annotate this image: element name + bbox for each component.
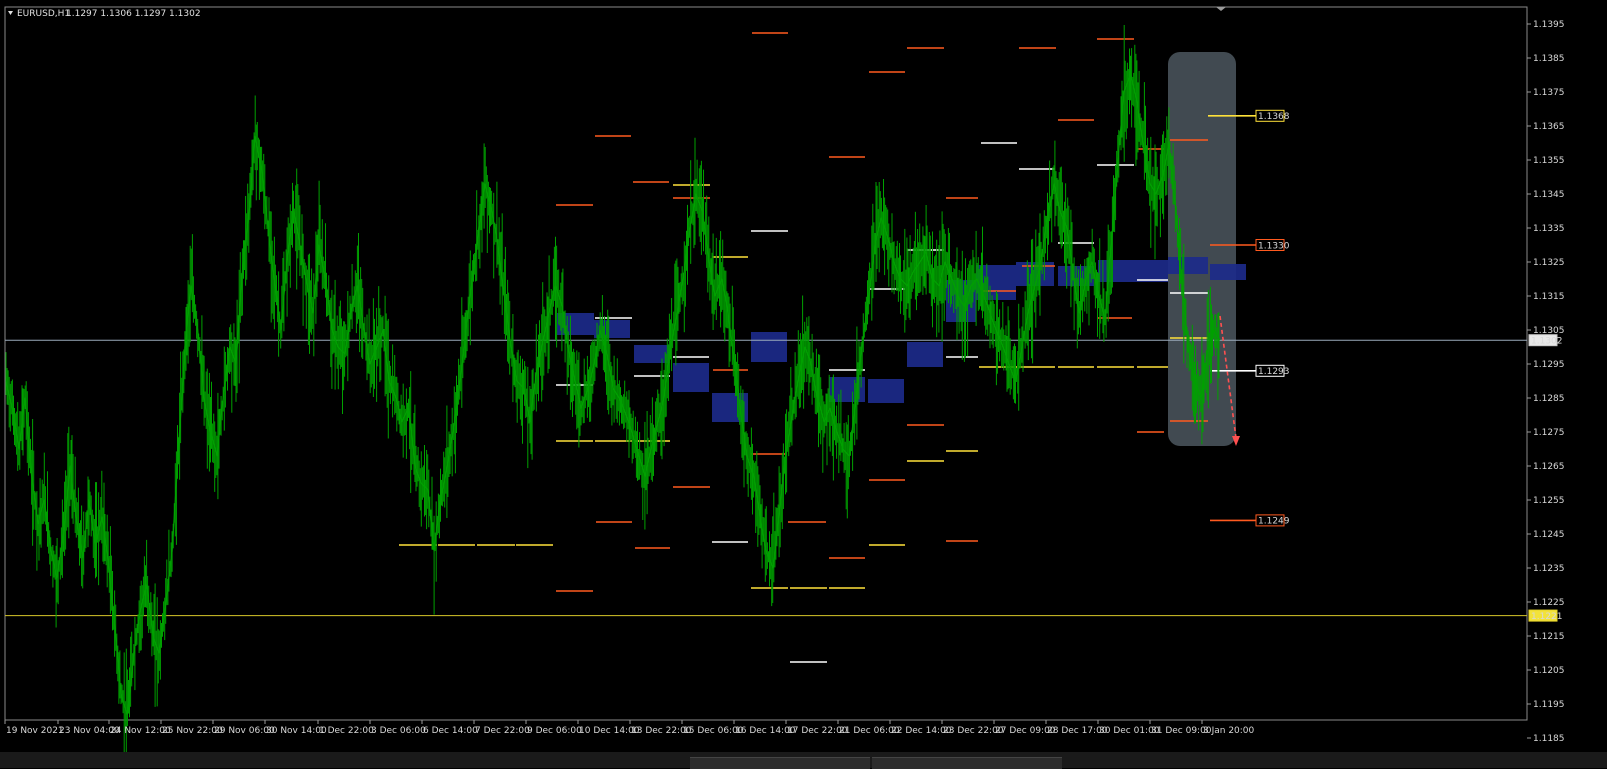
y-tick-label: 1.1255 [1533,496,1565,506]
zone-rect [634,345,670,363]
x-tick-label: 6 Dec 14:00 [423,726,478,736]
level-label-yellow: 1.1368 [1258,112,1290,122]
x-tick-label: 7 Dec 22:00 [475,726,530,736]
x-tick-label: 3 Dec 06:00 [371,726,426,736]
zone-rect [751,332,787,362]
header-bar: EURUSD,H1 1.1297 1.1306 1.1297 1.1302 [8,9,201,19]
y-tick-label: 1.1385 [1533,54,1565,64]
current-price-label: 1.1302 [1531,337,1563,347]
y-tick-label: 1.1235 [1533,564,1565,574]
level-label-red-lower: 1.1249 [1258,517,1290,527]
ohlc-label: 1.1297 1.1306 1.1297 1.1302 [66,9,201,19]
x-tick-label: 3 Jan 20:00 [1203,726,1255,736]
y-tick-label: 1.1245 [1533,530,1565,540]
support-price-label: 1.1221 [1531,612,1563,622]
x-tick-label: 19 Nov 2021 [6,726,64,736]
zone-rect [1168,257,1208,274]
x-tick-label: 9 Dec 06:00 [527,726,582,736]
zone-rect [907,342,943,367]
y-tick-label: 1.1395 [1533,20,1565,30]
y-tick-label: 1.1215 [1533,632,1565,642]
y-tick-label: 1.1365 [1533,122,1565,132]
y-tick-label: 1.1325 [1533,258,1565,268]
y-tick-label: 1.1205 [1533,666,1565,676]
x-axis-ticks: 19 Nov 202123 Nov 04:0024 Nov 12:0025 No… [4,720,1255,736]
symbol-label[interactable]: EURUSD,H1 [17,9,70,19]
y-tick-label: 1.1195 [1533,700,1565,710]
y-tick-label: 1.1345 [1533,190,1565,200]
y-tick-label: 1.1265 [1533,462,1565,472]
zone-rect [673,363,709,392]
x-tick-label: 30 Nov 14:00 [266,726,327,736]
y-tick-label: 1.1285 [1533,394,1565,404]
chart-tab[interactable] [872,757,1062,769]
level-label-red-upper: 1.1330 [1258,241,1290,251]
y-tick-label: 1.1355 [1533,156,1565,166]
x-tick-label: 1 Dec 22:00 [319,726,374,736]
chart-window[interactable]: EURUSD,H1 1.1297 1.1306 1.1297 1.1302 1.… [0,0,1607,769]
zone-rect [829,377,865,402]
plot-border [4,6,1528,721]
y-tick-label: 1.1185 [1533,734,1565,744]
y-tick-label: 1.1295 [1533,360,1565,370]
zone-rect [868,379,904,403]
price-chart[interactable]: EURUSD,H1 1.1297 1.1306 1.1297 1.1302 1.… [0,0,1607,768]
dropdown-triangle-icon[interactable] [8,11,13,15]
y-tick-label: 1.1225 [1533,598,1565,608]
chart-tab[interactable] [690,757,870,769]
level-label-white: 1.1293 [1258,367,1290,377]
y-tick-label: 1.1275 [1533,428,1565,438]
zone-rect [1210,264,1246,280]
scroll-marker-icon[interactable] [1216,7,1226,11]
y-tick-label: 1.1315 [1533,292,1565,302]
price-labels: 1.1368 1.1330 1.1293 1.1249 1.1302 1.1221 [1255,109,1563,622]
y-tick-label: 1.1335 [1533,224,1565,234]
y-tick-label: 1.1375 [1533,88,1565,98]
y-axis-ticks: 1.1395 1.1385 1.1375 1.1365 1.1355 1.1345 1.13… [1527,20,1565,744]
